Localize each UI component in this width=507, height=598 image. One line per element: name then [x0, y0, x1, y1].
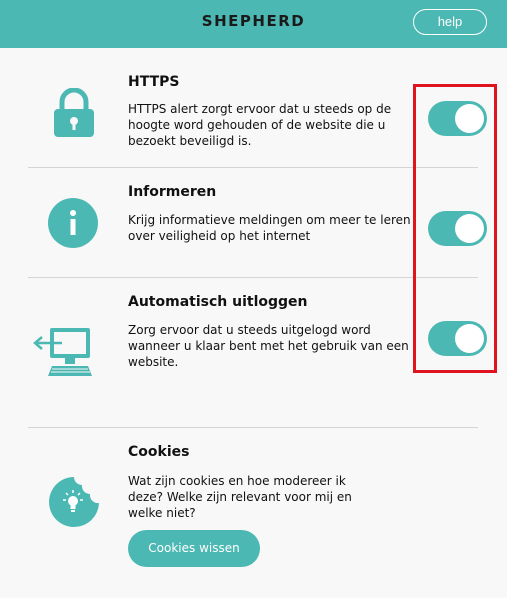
toggles-highlight-box	[413, 84, 497, 373]
lock-icon	[52, 87, 96, 143]
https-description: HTTPS alert zorgt ervoor dat u steeds op…	[128, 102, 392, 148]
cookies-title: Cookies	[128, 444, 190, 460]
info-icon	[48, 198, 98, 253]
cookies-wissen-button[interactable]: Cookies wissen	[128, 530, 260, 567]
divider	[28, 427, 478, 428]
informeren-title: Informeren	[128, 184, 217, 200]
uitloggen-description: Zorg ervoor dat u steeds uitgelogd word …	[128, 323, 409, 369]
informeren-description: Krijg informatieve meldingen om meer te …	[128, 213, 411, 243]
https-title: HTTPS	[128, 74, 180, 90]
help-button[interactable]: help	[413, 9, 487, 35]
uitloggen-title: Automatisch uitloggen	[128, 294, 308, 310]
header-bar: SHEPHERD help	[0, 0, 507, 48]
cookie-icon	[48, 476, 100, 533]
divider	[28, 167, 478, 168]
logout-computer-icon	[32, 326, 94, 385]
cookies-description: Wat zijn cookies en hoe modereer ik deze…	[128, 474, 352, 520]
divider	[28, 277, 478, 278]
